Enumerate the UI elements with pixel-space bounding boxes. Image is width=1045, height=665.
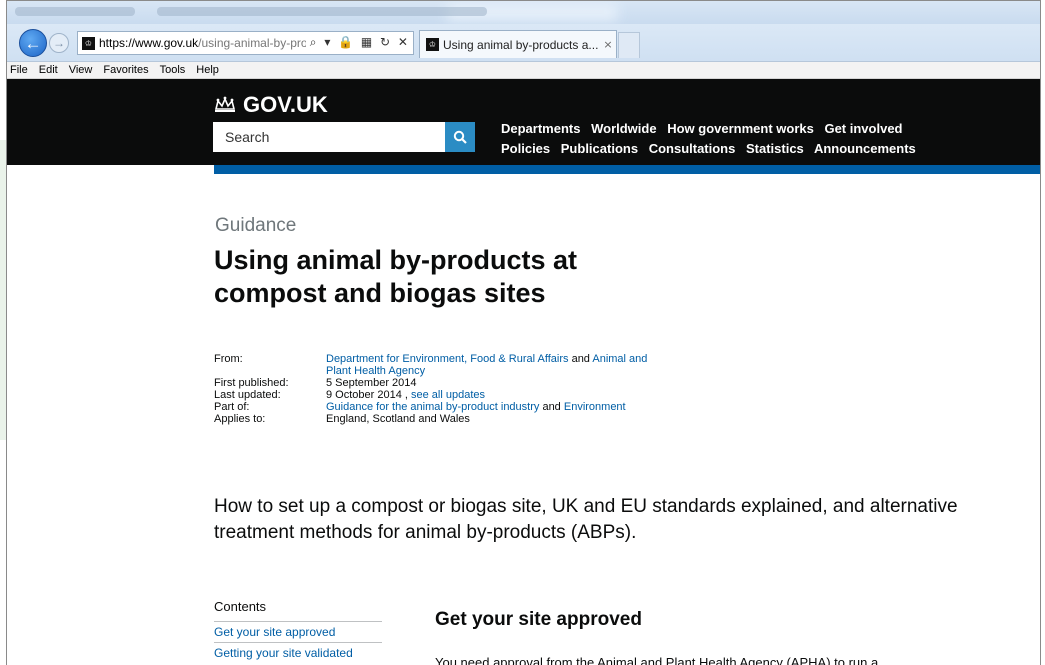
contents-item-get-site-approved[interactable]: Get your site approved [214, 621, 382, 642]
meta-from-value: Department for Environment, Food & Rural… [326, 353, 647, 365]
last-updated-date: 9 October 2014 [326, 389, 402, 401]
link-apha-part1[interactable]: Animal and [592, 353, 647, 365]
contents-title: Contents [214, 599, 267, 614]
nav-statistics[interactable]: Statistics [746, 141, 804, 156]
back-button[interactable]: ← [19, 29, 47, 57]
document-type: Guidance [215, 215, 297, 236]
gov-header: GOV.UK Search Departments Worldwide How … [7, 79, 1040, 165]
nav-publications[interactable]: Publications [561, 141, 638, 156]
link-environment[interactable]: Environment [564, 401, 626, 413]
browser-tab-active[interactable]: ♔ Using animal by-products a... × [419, 30, 617, 58]
new-tab-button[interactable] [618, 32, 640, 58]
search-button[interactable] [445, 122, 475, 152]
link-see-all-updates[interactable]: see all updates [411, 389, 485, 401]
meta-part-of-and: and [539, 401, 564, 413]
page-title: Using animal by-products at compost and … [214, 245, 578, 308]
nav-how-government-works[interactable]: How government works [667, 121, 814, 136]
nav-worldwide[interactable]: Worldwide [591, 121, 656, 136]
meta-part-of-label: Part of: [214, 401, 250, 413]
url-path: /using-animal-by-produ [198, 36, 321, 50]
nav-consultations[interactable]: Consultations [649, 141, 736, 156]
nav-departments[interactable]: Departments [501, 121, 580, 136]
page-viewport: GOV.UK Search Departments Worldwide How … [7, 79, 1040, 665]
meta-last-updated-value: 9 October 2014 , see all updates [326, 389, 485, 401]
link-defra[interactable]: Department for Environment, Food & Rural… [326, 353, 569, 365]
meta-applies-to-label: Applies to: [214, 413, 266, 425]
meta-from-value-cont: Plant Health Agency [326, 365, 425, 377]
meta-applies-to-value: England, Scotland and Wales [326, 413, 470, 425]
section-heading: Get your site approved [435, 609, 642, 630]
crown-icon [214, 96, 236, 112]
meta-first-published-label: First published: [214, 377, 289, 389]
nav-announcements[interactable]: Announcements [814, 141, 916, 156]
tab-title: Using animal by-products a... [443, 37, 599, 52]
contents-item-getting-site-validated[interactable]: Getting your site validated [214, 642, 382, 663]
meta-from-label: From: [214, 353, 243, 365]
menu-edit[interactable]: Edit [39, 64, 58, 76]
tab-close-icon[interactable]: × [603, 38, 612, 51]
menu-favorites[interactable]: Favorites [103, 64, 148, 76]
menu-bar: File Edit View Favorites Tools Help [7, 62, 1040, 79]
window-titlebar [7, 1, 1040, 24]
arrow-left-icon: ← [24, 33, 42, 53]
meta-first-published-value: 5 September 2014 [326, 377, 417, 389]
meta-from-and: and [568, 353, 593, 365]
header-blue-bar [214, 165, 1040, 174]
address-bar-icons[interactable]: ⌕ ▾ 🔒 ▦ ↻ ✕ [305, 35, 410, 50]
link-abp-guidance[interactable]: Guidance for the animal by-product indus… [326, 401, 539, 413]
meta-last-updated-label: Last updated: [214, 389, 281, 401]
nav-policies[interactable]: Policies [501, 141, 550, 156]
nav-get-involved[interactable]: Get involved [824, 121, 902, 136]
address-bar[interactable]: ♔ https://www.gov.uk/using-animal-by-pro… [77, 31, 414, 55]
menu-tools[interactable]: Tools [160, 64, 186, 76]
gov-logo-text: GOV.UK [243, 92, 328, 117]
titlebar-quick-access [15, 7, 135, 16]
link-apha-part2[interactable]: Plant Health Agency [326, 365, 425, 377]
menu-file[interactable]: File [10, 64, 28, 76]
browser-window: ← → ♔ https://www.gov.uk/using-animal-by… [6, 0, 1041, 665]
search-input[interactable]: Search [213, 122, 445, 152]
page-description: How to set up a compost or biogas site, … [214, 496, 958, 543]
menu-view[interactable]: View [69, 64, 93, 76]
tab-favicon-icon: ♔ [426, 38, 439, 51]
gov-nav-row-2: Policies Publications Consultations Stat… [501, 141, 923, 156]
forward-button[interactable]: → [49, 33, 69, 53]
search-icon [453, 130, 467, 144]
titlebar-caption [157, 7, 487, 16]
gov-nav-row-1: Departments Worldwide How government wor… [501, 121, 910, 136]
meta-part-of-value: Guidance for the animal by-product indus… [326, 401, 626, 413]
gov-logo[interactable]: GOV.UK [213, 92, 328, 118]
arrow-right-icon: → [53, 36, 65, 50]
browser-nav-row: ← → ♔ https://www.gov.uk/using-animal-by… [7, 24, 1040, 62]
contents-list: Get your site approved Getting your site… [214, 621, 382, 663]
gov-favicon-icon: ♔ [82, 36, 95, 50]
url-domain: https://www.gov.uk [99, 36, 199, 50]
menu-help[interactable]: Help [196, 64, 219, 76]
section-body-text: You need approval from the Animal and Pl… [435, 655, 879, 665]
last-updated-sep: , [401, 389, 412, 401]
